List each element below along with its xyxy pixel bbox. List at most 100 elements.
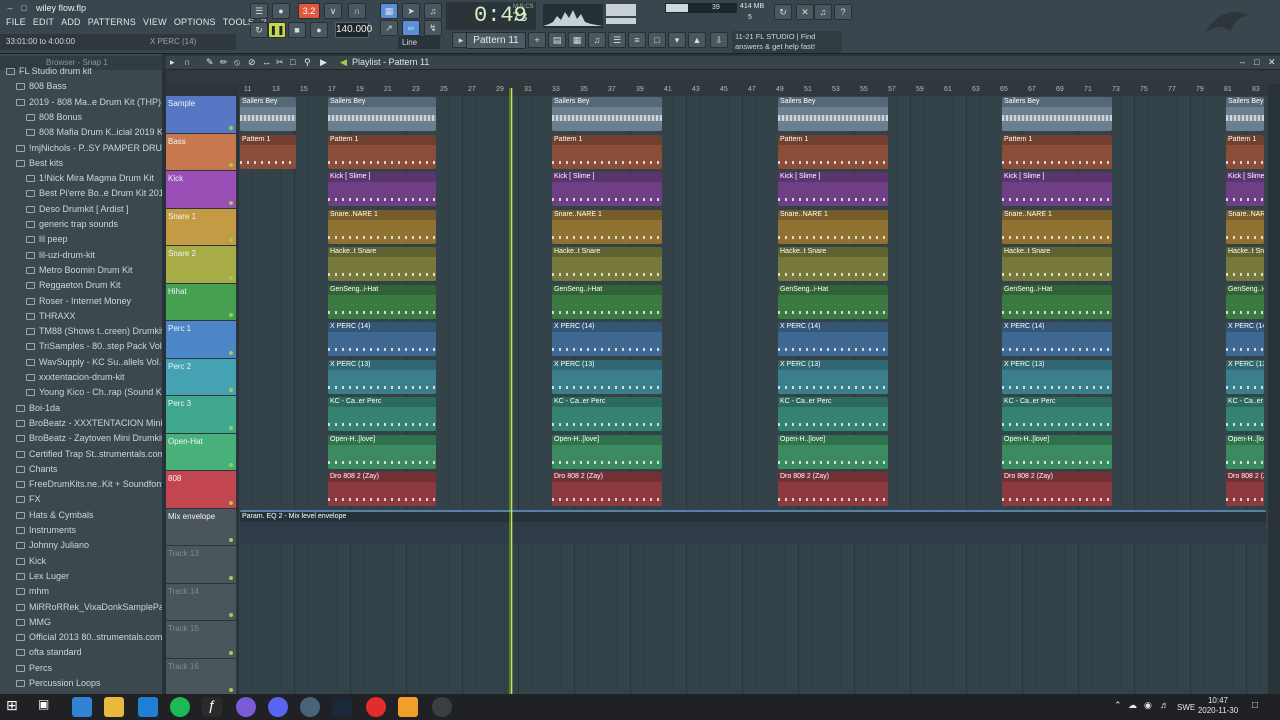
playback-tool-icon[interactable]: ▶: [320, 57, 327, 68]
pattern-clip[interactable]: X PERC (13): [778, 359, 888, 394]
pattern-clip[interactable]: X PERC (14): [1226, 322, 1264, 356]
pattern-clip[interactable]: GenSeng..i-Hat: [328, 284, 436, 319]
pattern-clip[interactable]: Open-H..[love]: [328, 434, 436, 469]
pattern-clip[interactable]: Kick [ Slime ]: [1226, 172, 1264, 206]
epic-games-icon[interactable]: ƒ: [202, 697, 222, 717]
playlist-scroll-bar[interactable]: [166, 70, 1280, 84]
pattern-clip[interactable]: X PERC (14): [328, 322, 436, 356]
spotify-icon[interactable]: [170, 697, 190, 717]
snap-select[interactable]: Line: [398, 36, 440, 49]
pattern-clip[interactable]: Kick [ Slime ]: [778, 172, 888, 206]
pattern-clip[interactable]: X PERC (13): [328, 359, 436, 394]
select-tool-icon[interactable]: □: [290, 57, 295, 67]
pattern-clip[interactable]: KC - Ca..er Perc: [778, 397, 888, 431]
browser-folder[interactable]: Hats & Cymbals: [0, 508, 162, 523]
browser-folder[interactable]: Roser - Internet Money: [0, 294, 162, 309]
menu-edit[interactable]: EDIT: [33, 17, 54, 31]
track-enable-led[interactable]: [229, 275, 233, 280]
browser-folder[interactable]: generic trap sounds: [0, 217, 162, 232]
menu-options[interactable]: OPTIONS: [174, 17, 216, 31]
slice-tool-icon[interactable]: ✂: [276, 57, 284, 68]
pattern-clip[interactable]: GenSeng..i-Hat: [778, 284, 888, 319]
mixer-icon[interactable]: ☰: [608, 32, 626, 48]
pattern-clip[interactable]: Hacke..t Snare: [1226, 247, 1264, 281]
window-minimize-icon[interactable]: –: [1240, 57, 1245, 67]
track-enable-led[interactable]: [229, 388, 233, 392]
track-enable-led[interactable]: [229, 200, 233, 205]
browser-folder[interactable]: Lex Luger: [0, 569, 162, 584]
discord-icon[interactable]: [268, 697, 288, 717]
pattern-clip[interactable]: X PERC (13): [552, 359, 662, 394]
pattern-clip[interactable]: Open-H..[love]: [1002, 434, 1112, 469]
minimize-icon[interactable]: –: [4, 2, 16, 14]
browser-folder[interactable]: lil-uzi-drum-kit: [0, 248, 162, 263]
pattern-clip[interactable]: Open-H..[love]: [778, 434, 888, 469]
menu-patterns[interactable]: PATTERNS: [88, 17, 136, 31]
menu-add[interactable]: ADD: [61, 17, 81, 31]
track-enable-led[interactable]: [229, 125, 233, 130]
pattern-clip[interactable]: Sailers Bey: [778, 97, 888, 131]
pattern-clip[interactable]: Open-H..[love]: [552, 434, 662, 469]
touch-controller-icon[interactable]: ▲: [688, 32, 706, 48]
snap-icon[interactable]: ↯: [424, 20, 442, 36]
browser-folder[interactable]: THRAXX: [0, 309, 162, 324]
pattern-clip[interactable]: KC - Ca..er Perc: [1002, 397, 1112, 431]
blend-notes-icon[interactable]: ∩: [348, 3, 366, 19]
browser-folder[interactable]: Young Kico - Ch..rap (Sound Kit): [0, 385, 162, 400]
app-icon-purple[interactable]: [236, 697, 256, 717]
restore-icon[interactable]: □: [18, 2, 30, 14]
browser-folder[interactable]: FreeDrumKits.ne..Kit + Soundfonts: [0, 477, 162, 492]
pattern-clip[interactable]: GenSeng..i-Hat: [1226, 284, 1264, 319]
track-enable-led[interactable]: [229, 575, 233, 580]
browser-folder[interactable]: Official 2013 80..strumentals.com): [0, 630, 162, 645]
pattern-clip[interactable]: Dro 808 2 (Zay): [1002, 472, 1112, 506]
draw-tool-icon[interactable]: ✎: [206, 57, 214, 68]
countdown-icon[interactable]: ♫: [424, 3, 442, 19]
track-header[interactable]: Perc 1: [166, 321, 236, 358]
browser-folder[interactable]: Best kits: [0, 156, 162, 171]
track-header[interactable]: Mix envelope: [166, 508, 236, 545]
pattern-clip[interactable]: X PERC (14): [778, 322, 888, 356]
pattern-clip[interactable]: Kick [ Slime ]: [552, 172, 662, 206]
browser-folder[interactable]: ofta standard: [0, 645, 162, 660]
track-header[interactable]: Perc 2: [166, 358, 236, 395]
browser-folder[interactable]: 808 Bonus: [0, 110, 162, 125]
track-enable-led[interactable]: [229, 350, 233, 355]
browser-folder[interactable]: xxxtentacion-drum-kit: [0, 370, 162, 385]
track-header[interactable]: Track 13: [166, 546, 236, 583]
input-language[interactable]: SWE: [1177, 703, 1195, 712]
browser-folder[interactable]: Percs: [0, 661, 162, 676]
pattern-clip[interactable]: Sailers Bey: [328, 97, 436, 131]
delete-tool-icon[interactable]: ⦸: [234, 57, 240, 68]
tempo-display[interactable]: 140.000: [335, 22, 372, 38]
pattern-clip[interactable]: Pattern 1: [552, 134, 662, 169]
playhead[interactable]: [511, 88, 512, 694]
metronome-icon[interactable]: ▦: [380, 3, 398, 19]
browser-folder[interactable]: WavSupply - KC Su..allels Vol. III: [0, 355, 162, 370]
track-enable-led[interactable]: [229, 238, 233, 242]
pause-button[interactable]: ❚❚: [268, 22, 286, 38]
browser-folder[interactable]: Chants: [0, 462, 162, 477]
pattern-clip[interactable]: Pattern 1: [778, 134, 888, 169]
channel-rack-icon[interactable]: ▦: [568, 32, 586, 48]
edison-icon[interactable]: ≡: [628, 32, 646, 48]
system-clock[interactable]: 10:47 2020-11-30: [1196, 696, 1240, 716]
track-header[interactable]: Kick: [166, 171, 236, 208]
track-enable-led[interactable]: [229, 613, 233, 617]
pattern-clip[interactable]: Dro 808 2 (Zay): [552, 472, 662, 506]
task-view-icon[interactable]: ▣: [38, 697, 58, 717]
step-edit-icon[interactable]: ∨: [324, 3, 342, 19]
playlist-icon[interactable]: ▤: [548, 32, 566, 48]
pattern-clip[interactable]: Hacke..t Snare: [328, 247, 436, 281]
app-icon-gray[interactable]: [300, 697, 320, 717]
notification-icon[interactable]: □: [1252, 700, 1258, 711]
pattern-clip[interactable]: Kick [ Slime ]: [328, 172, 436, 206]
playlist-menu-icon[interactable]: ▸: [170, 57, 175, 68]
automation-clip[interactable]: Param. EQ 2 - Mix level envelope: [240, 509, 1266, 544]
track-header[interactable]: Track 14: [166, 583, 236, 620]
browser-folder[interactable]: TM88 (Shows t..creen) Drumkit: [0, 324, 162, 339]
plugin-icon[interactable]: ✕: [796, 4, 814, 20]
pattern-clip[interactable]: Sailers Bey: [1002, 97, 1112, 131]
browser-folder[interactable]: Reggaeton Drum Kit: [0, 278, 162, 293]
browser-folder[interactable]: Deso Drumkit [ Ardist ]: [0, 202, 162, 217]
